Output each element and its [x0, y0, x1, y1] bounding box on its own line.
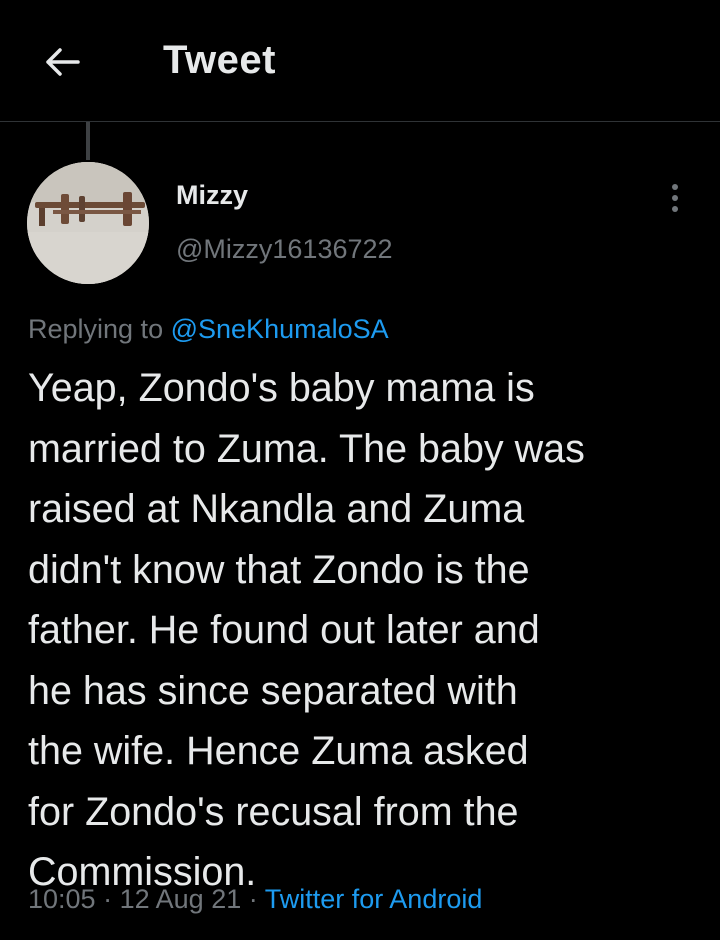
tweet-text-line: he has since separated with: [28, 668, 518, 713]
tweet-text-line: the wife. Hence Zuma asked: [28, 729, 529, 773]
author-display-name[interactable]: Mizzy: [176, 180, 248, 211]
tweet-text-line: married to Zuma. The baby was: [28, 426, 585, 471]
avatar[interactable]: [27, 162, 149, 284]
arrow-left-icon: [46, 48, 80, 76]
tweet-text-line: Yeap, Zondo's baby mama is: [28, 366, 535, 410]
more-vertical-icon: [672, 184, 678, 190]
replying-to-label: Replying to: [28, 314, 164, 344]
tweet-text-line: didn't know that Zondo is the: [28, 547, 530, 592]
tweet-text: Yeap, Zondo's baby mama is married to Zu…: [28, 358, 708, 903]
back-button[interactable]: [36, 38, 88, 86]
tweet-source-link[interactable]: Twitter for Android: [265, 884, 483, 914]
replying-to-mention-link[interactable]: @SneKhumaloSA: [171, 314, 389, 344]
replying-to: Replying to @SneKhumaloSA: [28, 314, 389, 345]
tweet-text-line: raised at Nkandla and Zuma: [28, 487, 525, 531]
more-options-button[interactable]: [660, 180, 690, 216]
more-vertical-icon-dot: [672, 195, 678, 201]
thread-connector-line: [86, 122, 90, 160]
tweet-text-line: for Zondo's recusal from the: [28, 789, 519, 834]
page-title: Tweet: [163, 38, 276, 82]
meta-separator: ·: [248, 884, 258, 914]
tweet-metadata: 10:05 · 12 Aug 21 · Twitter for Android: [28, 884, 482, 915]
more-vertical-icon-dot: [672, 206, 678, 212]
tweet-time: 10:05: [28, 884, 96, 914]
top-bar: Tweet: [0, 0, 720, 122]
avatar-photo: [27, 162, 149, 284]
tweet-text-line: father. He found out later and: [28, 608, 540, 652]
tweet-date: 12 Aug 21: [119, 884, 242, 914]
meta-separator: ·: [103, 884, 113, 914]
author-handle[interactable]: @Mizzy16136722: [176, 234, 393, 265]
